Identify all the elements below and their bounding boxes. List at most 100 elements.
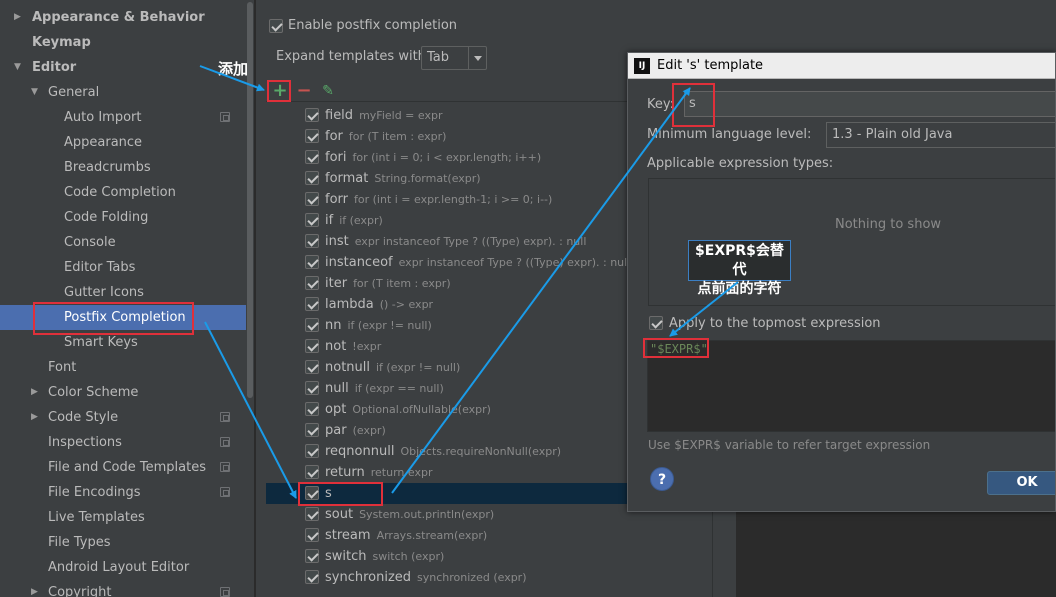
sidebar-item[interactable]: Breadcrumbs <box>0 155 246 180</box>
expand-templates-label: Expand templates with <box>276 49 426 64</box>
min-language-dropdown[interactable]: 1.3 - Plain old Java <box>826 122 1055 148</box>
help-button[interactable]: ? <box>650 467 674 491</box>
template-example: !expr <box>352 340 382 353</box>
template-enabled-checkbox[interactable] <box>305 192 319 206</box>
template-enabled-checkbox[interactable] <box>305 129 319 143</box>
template-enabled-checkbox[interactable] <box>305 402 319 416</box>
project-scope-icon <box>220 487 230 497</box>
template-example: if (expr) <box>339 214 383 227</box>
sidebar-item[interactable]: Inspections <box>0 430 246 455</box>
template-row[interactable]: synchronized synchronized (expr) <box>266 567 712 588</box>
template-example: expr instanceof Type ? ((Type) expr). : … <box>398 256 631 269</box>
dialog-titlebar[interactable]: IJ Edit 's' template <box>628 53 1055 79</box>
sidebar-item-label: Color Scheme <box>48 385 139 400</box>
sidebar-item[interactable]: ▼ General <box>0 80 246 105</box>
template-example: System.out.println(expr) <box>359 508 495 521</box>
expanded-arrow-icon[interactable]: ▼ <box>31 80 38 105</box>
template-example: switch (expr) <box>372 550 445 563</box>
sidebar-item-label: File Types <box>48 535 111 550</box>
sidebar-item[interactable]: ▼ Editor <box>0 55 246 80</box>
template-key: sout <box>325 507 354 522</box>
ok-button[interactable]: OK <box>987 471 1055 495</box>
sidebar-item[interactable]: ▶ Color Scheme <box>0 380 246 405</box>
sidebar-item[interactable]: File Encodings <box>0 480 246 505</box>
template-enabled-checkbox[interactable] <box>305 381 319 395</box>
template-enabled-checkbox[interactable] <box>305 549 319 563</box>
template-enabled-checkbox[interactable] <box>305 297 319 311</box>
sidebar-item[interactable]: File Types <box>0 530 246 555</box>
project-scope-icon <box>220 462 230 472</box>
template-key: fori <box>325 150 347 165</box>
project-scope-icon <box>220 112 230 122</box>
key-input[interactable]: s <box>684 91 1055 117</box>
sidebar-item[interactable]: ▶ Copyright <box>0 580 246 597</box>
template-enabled-checkbox[interactable] <box>305 423 319 437</box>
template-preview-panel <box>736 510 1056 597</box>
template-enabled-checkbox[interactable] <box>305 318 319 332</box>
sidebar-item[interactable]: Auto Import <box>0 105 246 130</box>
collapsed-arrow-icon[interactable]: ▶ <box>31 380 38 405</box>
template-key: for <box>325 129 343 144</box>
expanded-arrow-icon[interactable]: ▼ <box>14 55 21 80</box>
template-key: format <box>325 171 369 186</box>
sidebar-item[interactable]: Live Templates <box>0 505 246 530</box>
edit-icon[interactable]: ✎ <box>318 80 338 102</box>
sidebar-item[interactable]: Editor Tabs <box>0 255 246 280</box>
sidebar-item-label: Code Folding <box>64 210 149 225</box>
template-key: nn <box>325 318 342 333</box>
sidebar-item-label: General <box>48 85 100 100</box>
template-enabled-checkbox[interactable] <box>305 528 319 542</box>
collapsed-arrow-icon[interactable]: ▶ <box>31 405 38 430</box>
expr-hint-text: Use $EXPR$ variable to refer target expr… <box>648 438 931 452</box>
expr-annotation-line1: $EXPR$会替代 <box>695 243 784 278</box>
sidebar-item[interactable]: Font <box>0 355 246 380</box>
template-enabled-checkbox[interactable] <box>305 444 319 458</box>
sidebar-item[interactable]: Android Layout Editor <box>0 555 246 580</box>
expand-key-dropdown[interactable]: Tab <box>421 46 487 70</box>
template-enabled-checkbox[interactable] <box>305 255 319 269</box>
template-enabled-checkbox[interactable] <box>305 213 319 227</box>
template-example: synchronized (expr) <box>417 571 527 584</box>
apply-topmost-checkbox[interactable] <box>649 316 663 330</box>
template-example: expr instanceof Type ? ((Type) expr). : … <box>354 235 587 248</box>
expr-annotation-line2: 点前面的字符 <box>697 281 782 297</box>
sidebar-item[interactable]: Keymap <box>0 30 246 55</box>
sidebar-item[interactable]: File and Code Templates <box>0 455 246 480</box>
template-enabled-checkbox[interactable] <box>305 234 319 248</box>
panel-divider[interactable] <box>254 0 256 597</box>
template-enabled-checkbox[interactable] <box>305 171 319 185</box>
collapsed-arrow-icon[interactable]: ▶ <box>31 580 38 597</box>
template-enabled-checkbox[interactable] <box>305 276 319 290</box>
template-key: switch <box>325 549 367 564</box>
template-enabled-checkbox[interactable] <box>305 360 319 374</box>
remove-icon[interactable]: − <box>294 80 314 102</box>
collapsed-arrow-icon[interactable]: ▶ <box>14 5 21 30</box>
sidebar-item[interactable]: Code Folding <box>0 205 246 230</box>
template-key: inst <box>325 234 349 249</box>
template-enabled-checkbox[interactable] <box>305 108 319 122</box>
sidebar-item[interactable]: ▶ Appearance & Behavior <box>0 5 246 30</box>
sidebar-item[interactable]: Code Completion <box>0 180 246 205</box>
template-enabled-checkbox[interactable] <box>305 507 319 521</box>
template-enabled-checkbox[interactable] <box>305 570 319 584</box>
enable-postfix-checkbox[interactable] <box>269 19 283 33</box>
template-row[interactable]: switch switch (expr) <box>266 546 712 567</box>
template-example: for (int i = 0; i < expr.length; i++) <box>352 151 542 164</box>
sidebar-item[interactable]: ▶ Code Style <box>0 405 246 430</box>
sidebar-item[interactable]: Console <box>0 230 246 255</box>
template-enabled-checkbox[interactable] <box>305 465 319 479</box>
expand-key-value: Tab <box>427 50 450 65</box>
template-example: for (T item : expr) <box>353 277 451 290</box>
chevron-down-icon <box>468 47 486 69</box>
template-row[interactable]: stream Arrays.stream(expr) <box>266 525 712 546</box>
sidebar-item-label: Breadcrumbs <box>64 160 151 175</box>
template-enabled-checkbox[interactable] <box>305 339 319 353</box>
sidebar-scrollbar[interactable] <box>246 0 254 597</box>
project-scope-icon <box>220 587 230 597</box>
template-enabled-checkbox[interactable] <box>305 150 319 164</box>
template-example: return expr <box>370 466 433 479</box>
settings-sidebar: ▶ Appearance & Behavior Keymap ▼ Editor ▼ Gene… <box>0 0 256 597</box>
template-example: String.format(expr) <box>374 172 481 185</box>
sidebar-item-label: File and Code Templates <box>48 460 206 475</box>
sidebar-item[interactable]: Appearance <box>0 130 246 155</box>
